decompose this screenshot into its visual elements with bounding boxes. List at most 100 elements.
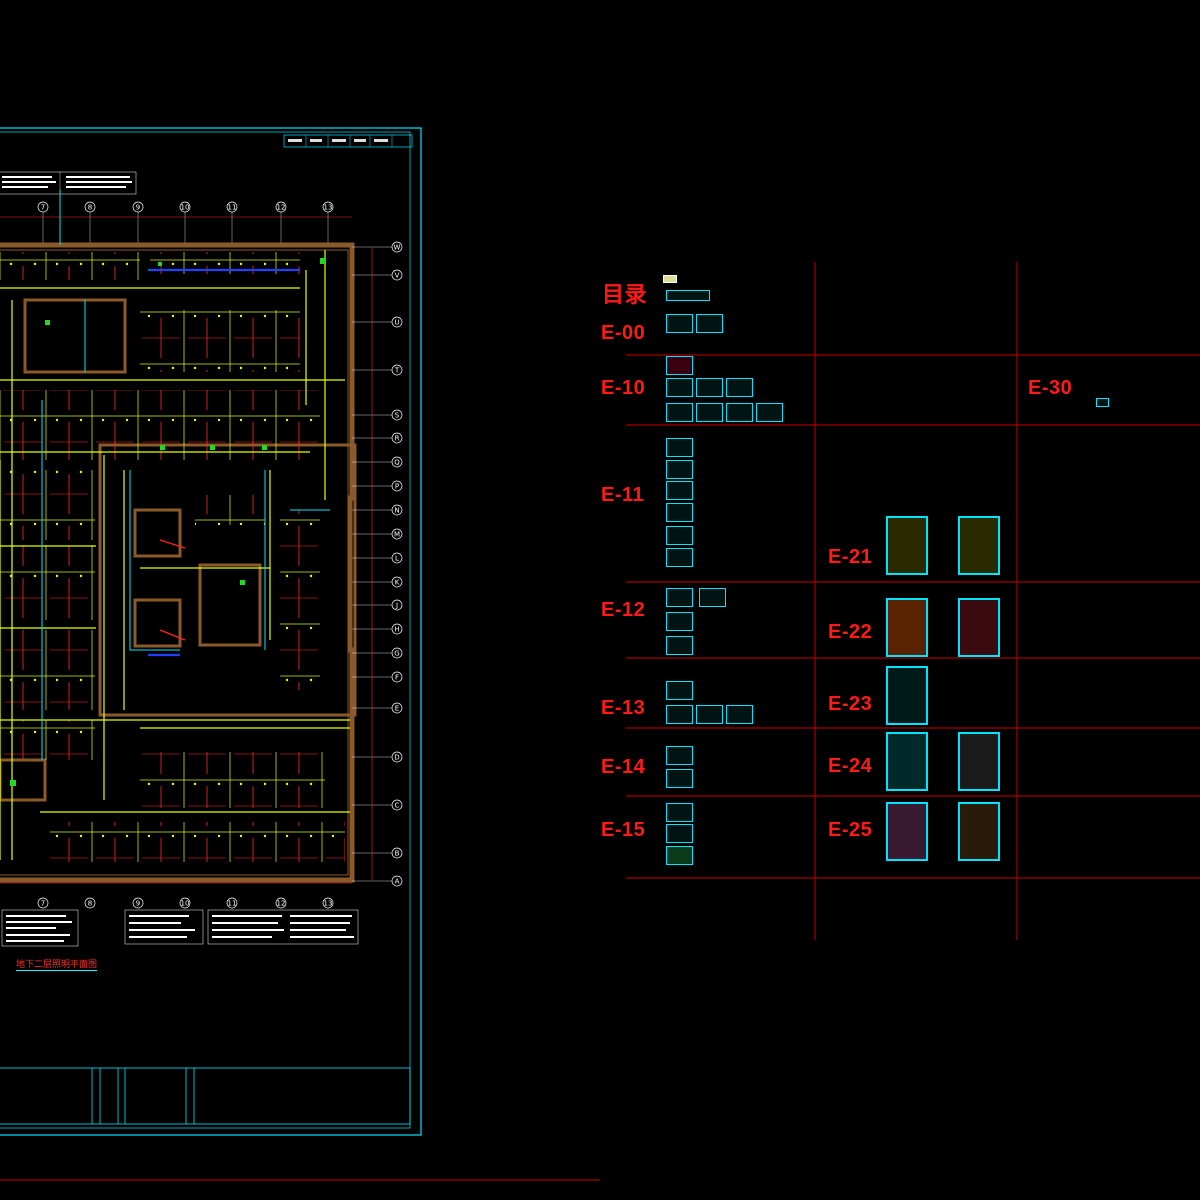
e15-sheet-2-thumbnail[interactable]: [666, 824, 693, 843]
row-axis-bubble-G: G: [391, 647, 403, 659]
e10-sheet-6-thumbnail[interactable]: [726, 403, 753, 422]
e13-sheet-2-thumbnail[interactable]: [666, 705, 693, 724]
column-axis-bubble-7: 7: [37, 201, 49, 213]
e13-sheet-4-thumbnail[interactable]: [726, 705, 753, 724]
e13-sheet-1-thumbnail[interactable]: [666, 681, 693, 700]
e12-sheet-1-thumbnail[interactable]: [666, 588, 693, 607]
e10-sheet-3-thumbnail[interactable]: [726, 378, 753, 397]
e00-sheet-3-thumbnail[interactable]: [666, 356, 693, 375]
row-axis-bubble-L: L: [391, 552, 403, 564]
svg-text:L: L: [395, 555, 399, 563]
row-axis-bubble-M: M: [391, 528, 403, 540]
row-axis-bubble-P: P: [391, 480, 403, 492]
e11-sheet-1-thumbnail[interactable]: [666, 438, 693, 457]
svg-text:11: 11: [228, 204, 237, 212]
svg-text:V: V: [395, 272, 400, 280]
svg-text:7: 7: [41, 900, 45, 908]
e14-sheet-2-thumbnail[interactable]: [666, 769, 693, 788]
svg-text:R: R: [395, 435, 400, 443]
cad-canvas[interactable]: 7 8 9 10 11 12 13 WVUTSRQPNMLKJHGFEDCBA …: [0, 0, 1200, 1200]
e13-sheet-3-thumbnail[interactable]: [696, 705, 723, 724]
svg-text:U: U: [394, 319, 399, 327]
e25-sheet-1-thumbnail[interactable]: [886, 802, 928, 861]
svg-text:13: 13: [324, 204, 333, 212]
e11-sheet-4-thumbnail[interactable]: [666, 503, 693, 522]
row-axis-bubble-F: F: [391, 671, 403, 683]
e24-sheet-1-thumbnail[interactable]: [886, 732, 928, 791]
catalog-label-e15: E-15: [601, 819, 646, 841]
column-axis-bubble-bottom-8: 8: [84, 897, 96, 909]
row-axis-bubble-D: D: [391, 751, 403, 763]
catalog-label-e14: E-14: [601, 756, 646, 778]
column-axis-bubble-bottom-13: 13: [322, 897, 334, 909]
row-axis-bubble-E: E: [391, 702, 403, 714]
cover-sheet-thumbnail[interactable]: [663, 275, 677, 283]
e23-sheet-1-thumbnail[interactable]: [886, 666, 928, 725]
svg-text:A: A: [395, 878, 400, 886]
column-axis-bubble-bottom-7: 7: [37, 897, 49, 909]
row-axis-bubble-H: H: [391, 623, 403, 635]
index-sheet-thumbnail[interactable]: [666, 290, 710, 301]
e22-sheet-2-thumbnail[interactable]: [958, 598, 1000, 657]
e10-sheet-2-thumbnail[interactable]: [696, 378, 723, 397]
svg-text:H: H: [394, 626, 399, 634]
e15-sheet-3-thumbnail[interactable]: [666, 846, 693, 865]
title-block: [0, 1067, 411, 1125]
svg-text:12: 12: [277, 900, 286, 908]
e21-sheet-1-thumbnail[interactable]: [886, 516, 928, 575]
e10-sheet-5-thumbnail[interactable]: [696, 403, 723, 422]
svg-text:9: 9: [136, 900, 140, 908]
e15-sheet-1-thumbnail[interactable]: [666, 803, 693, 822]
e14-sheet-1-thumbnail[interactable]: [666, 746, 693, 765]
column-axis-bubble-bottom-10: 10: [179, 897, 191, 909]
top-title-strip: [283, 134, 413, 148]
column-axis-bubble-13: 13: [322, 201, 334, 213]
catalog-label-e21: E-21: [828, 546, 873, 568]
svg-text:M: M: [394, 531, 400, 539]
e00-sheet-2-thumbnail[interactable]: [696, 314, 723, 333]
e12-sheet-3-thumbnail[interactable]: [666, 612, 693, 631]
column-axis-bubble-8: 8: [84, 201, 96, 213]
column-axis-bubble-12: 12: [275, 201, 287, 213]
e00-sheet-1-thumbnail[interactable]: [666, 314, 693, 333]
row-axis-bubble-Q: Q: [391, 456, 403, 468]
svg-text:G: G: [394, 650, 399, 658]
e12-sheet-2-thumbnail[interactable]: [699, 588, 726, 607]
row-axis-bubble-S: S: [391, 409, 403, 421]
row-axis-bubble-C: C: [391, 799, 403, 811]
svg-text:B: B: [395, 850, 400, 858]
e10-sheet-1-thumbnail[interactable]: [666, 378, 693, 397]
e11-sheet-3-thumbnail[interactable]: [666, 481, 693, 500]
e12-sheet-4-thumbnail[interactable]: [666, 636, 693, 655]
e10-sheet-4-thumbnail[interactable]: [666, 403, 693, 422]
column-axis-bubble-10: 10: [179, 201, 191, 213]
svg-text:N: N: [394, 507, 399, 515]
svg-text:E: E: [395, 705, 399, 713]
e22-sheet-1-thumbnail[interactable]: [886, 598, 928, 657]
row-axis-bubble-B: B: [391, 847, 403, 859]
svg-text:P: P: [395, 483, 399, 491]
e10-sheet-7-thumbnail[interactable]: [756, 403, 783, 422]
row-axis-bubble-R: R: [391, 432, 403, 444]
column-axis-bubble-bottom-11: 11: [226, 897, 238, 909]
svg-text:W: W: [394, 244, 401, 252]
svg-text:K: K: [395, 579, 400, 587]
e21-sheet-2-thumbnail[interactable]: [958, 516, 1000, 575]
svg-text:Q: Q: [394, 459, 400, 467]
svg-text:8: 8: [88, 900, 92, 908]
row-axis-bubble-N: N: [391, 504, 403, 516]
row-axis-bubble-J: J: [391, 599, 403, 611]
e11-sheet-5-thumbnail[interactable]: [666, 526, 693, 545]
catalog-label-e25: E-25: [828, 819, 873, 841]
e24-sheet-2-thumbnail[interactable]: [958, 732, 1000, 791]
e11-sheet-6-thumbnail[interactable]: [666, 548, 693, 567]
catalog-label-e12: E-12: [601, 599, 646, 621]
row-axis-bubble-W: W: [391, 241, 403, 253]
e30-sheet-thumbnail[interactable]: [1096, 398, 1109, 407]
e25-sheet-2-thumbnail[interactable]: [958, 802, 1000, 861]
e11-sheet-2-thumbnail[interactable]: [666, 460, 693, 479]
svg-text:F: F: [395, 674, 399, 682]
legend-table-top: [0, 171, 137, 195]
row-axis-bubble-A: A: [391, 875, 403, 887]
svg-text:10: 10: [181, 204, 190, 212]
